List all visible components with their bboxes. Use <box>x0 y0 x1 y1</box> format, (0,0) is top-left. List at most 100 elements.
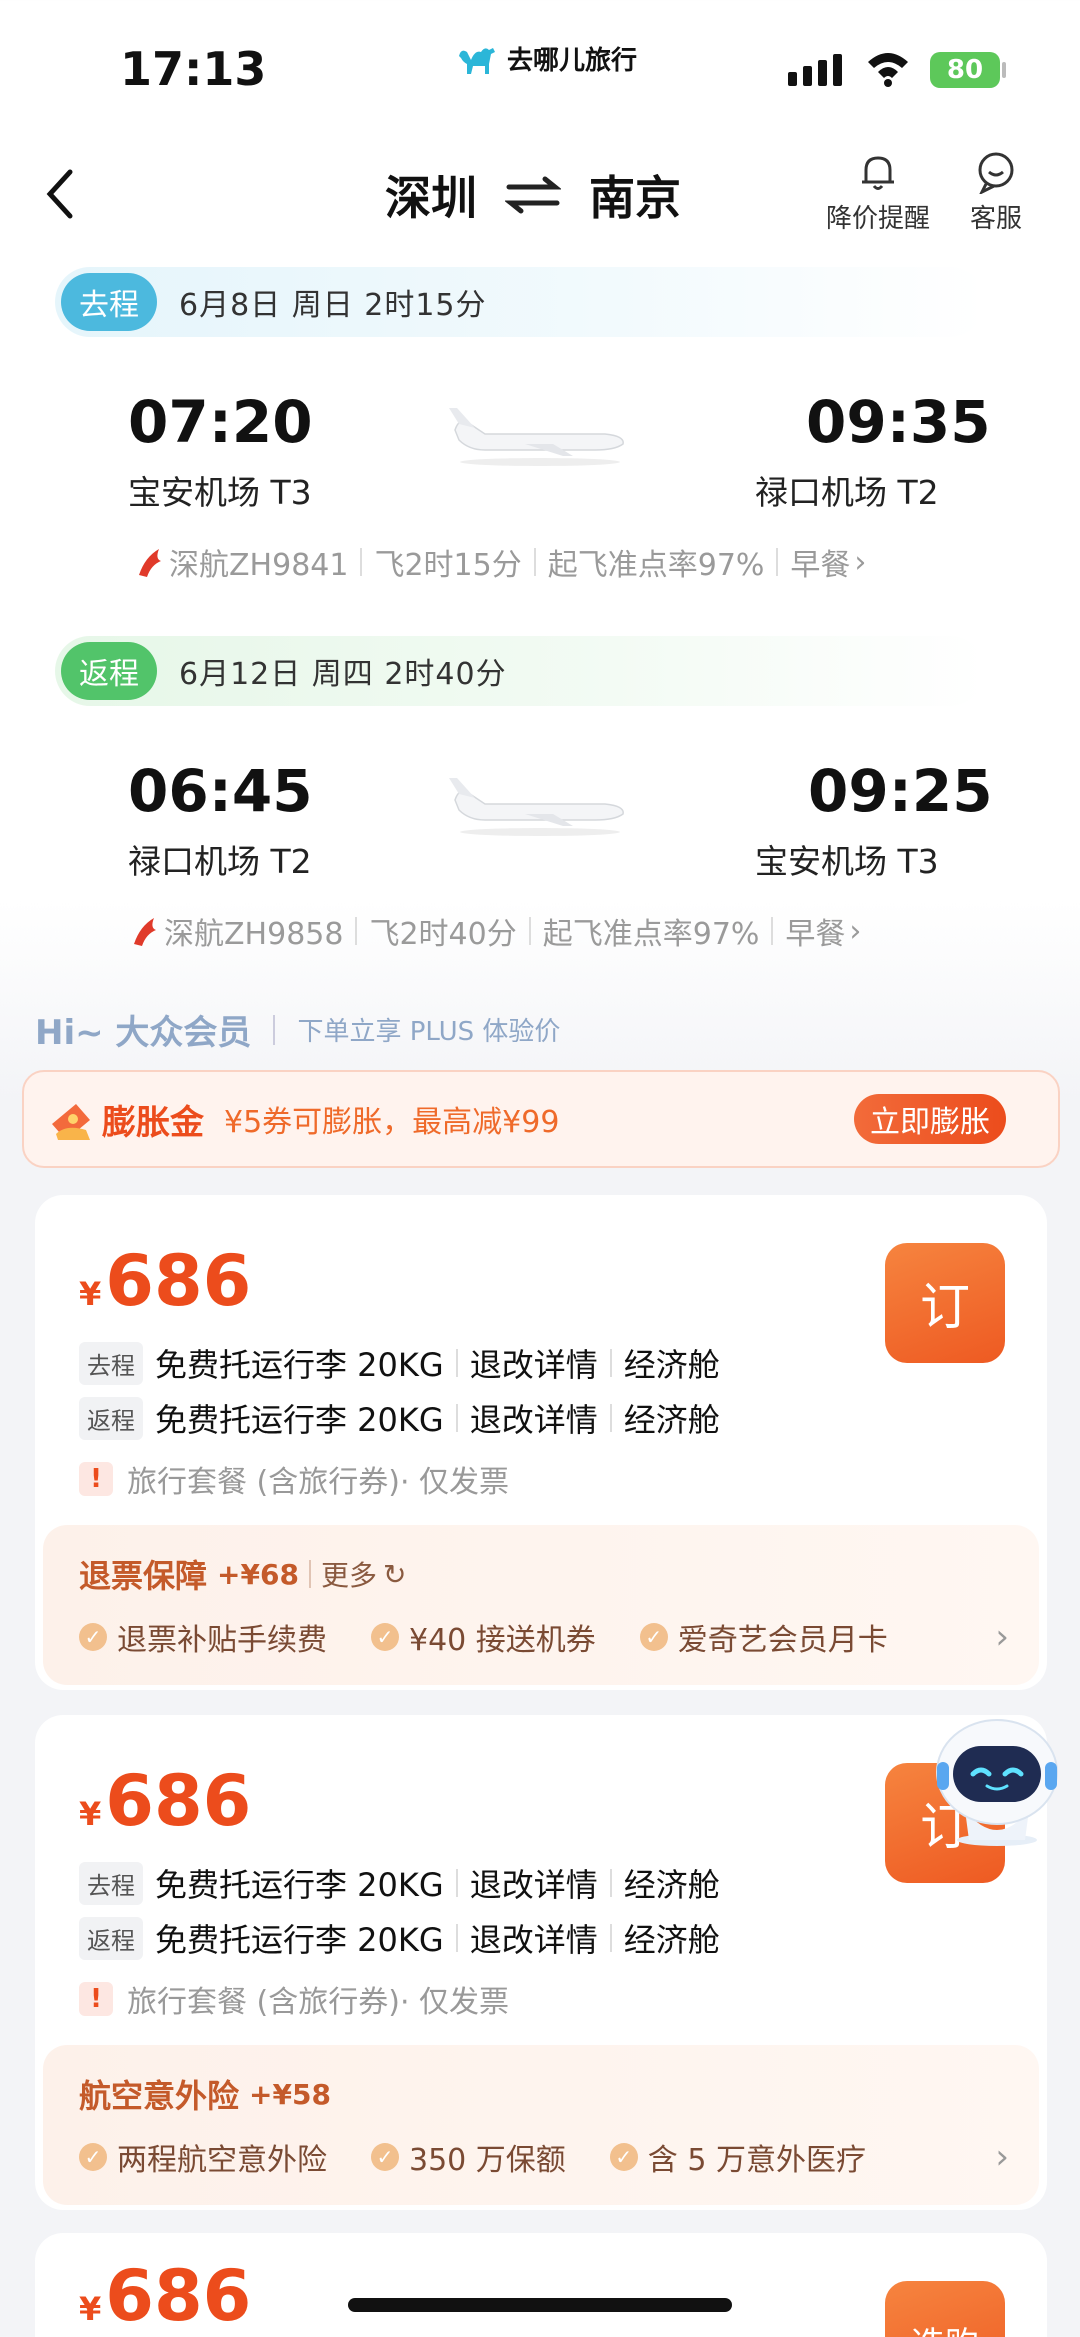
outbound-flight-meta[interactable]: 深航ZH9841 飞2时15分 起飞准点率97% 早餐 › <box>135 540 866 584</box>
price-value: 686 <box>105 2255 252 2337</box>
chevron-right-icon[interactable]: › <box>995 2137 1009 2177</box>
panel-title: 航空意外险 +¥58 <box>79 2071 331 2117</box>
return-dep-time: 06:45 <box>128 757 313 825</box>
brand-name: 去哪儿旅行 <box>507 46 638 76</box>
feature-text: 退票补贴手续费 <box>117 1623 327 1658</box>
outbound-fare-row[interactable]: 去程 免费托运行李 20KG 退改详情 经济舱 <box>79 1340 720 1386</box>
battery-icon: 80 <box>930 52 1000 88</box>
refresh-icon: ↻ <box>382 1557 407 1591</box>
member-bar: Hi~ 大众会员 下单立享 PLUS 体验价 <box>35 1005 560 1054</box>
red-envelope-icon <box>52 1104 90 1140</box>
chevron-right-icon: › <box>849 913 862 949</box>
wifi-icon <box>868 53 908 87</box>
swap-icon[interactable] <box>505 175 561 215</box>
expand-banner[interactable]: 膨胀金 ¥5券可膨胀，最高减¥99 立即膨胀 <box>22 1070 1060 1168</box>
select-button[interactable]: 选购 <box>885 2281 1005 2337</box>
return-flight-no: 深航ZH9858 <box>164 917 344 952</box>
divider <box>355 917 358 945</box>
member-sub: 下单立享 PLUS 体验价 <box>297 1017 561 1047</box>
price: ¥ 686 <box>79 1240 251 1322</box>
feature-text: 350 万保额 <box>409 2143 566 2178</box>
panel-more[interactable]: 更多 <box>321 1554 377 1594</box>
divider <box>609 1869 612 1897</box>
divider <box>776 548 779 576</box>
check-icon: ✓ <box>371 2143 399 2171</box>
currency: ¥ <box>79 2290 102 2328</box>
return-flight-meta[interactable]: 深航ZH9858 飞2时40分 起飞准点率97% 早餐 › <box>130 909 861 953</box>
outbound-flight-no: 深航ZH9841 <box>169 548 349 583</box>
status-time: 17:13 <box>120 42 267 96</box>
price-value: 686 <box>105 1760 252 1842</box>
outbound-duration: 飞2时15分 <box>374 548 522 583</box>
cabin-class: 经济舱 <box>623 1401 720 1439</box>
panel-title-text: 退票保障 <box>79 1557 208 1595</box>
refund-details: 退改详情 <box>469 1346 598 1384</box>
price-alert-button[interactable]: 降价提醒 <box>826 150 930 235</box>
book-button[interactable]: 订 <box>885 1243 1005 1363</box>
feature-item: ✓ 退票补贴手续费 <box>79 1615 327 1659</box>
home-indicator[interactable] <box>348 2298 732 2312</box>
outbound-tag: 去程 <box>61 273 157 331</box>
baggage: 免费托运行李 20KG <box>155 1921 444 1959</box>
return-tag: 返程 <box>79 1396 143 1440</box>
price-alert-label: 降价提醒 <box>826 204 931 234</box>
baggage: 免费托运行李 20KG <box>155 1866 444 1904</box>
return-dep-airport: 禄口机场 T2 <box>128 842 312 881</box>
cabin-class: 经济舱 <box>623 1866 720 1904</box>
notice-text: 旅行套餐 (含旅行券)· 仅发票 <box>127 1985 510 2020</box>
airline-logo-icon <box>134 918 156 946</box>
panel-price: +¥58 <box>249 2077 331 2111</box>
return-arr-airport: 宝安机场 T3 <box>755 842 939 881</box>
baggage: 免费托运行李 20KG <box>155 1346 444 1384</box>
outbound-dep-time: 07:20 <box>128 388 313 456</box>
battery-tip <box>1002 62 1006 78</box>
return-info: 6月12日 周四 2时40分 <box>179 657 507 692</box>
feature-text: 两程航空意外险 <box>117 2143 327 2178</box>
chat-icon <box>978 152 1014 194</box>
check-icon: ✓ <box>79 1623 107 1651</box>
return-duration: 飞2时40分 <box>369 917 517 952</box>
feature-item: ✓ 爱奇艺会员月卡 <box>639 1615 888 1659</box>
price: ¥ 686 <box>79 2255 251 2337</box>
refund-protection-panel[interactable]: 退票保障 +¥68 更多 ↻ ✓ 退票补贴手续费 ✓ ¥40 接送机券 ✓ 爱奇艺会员… <box>43 1525 1039 1685</box>
panel-title: 退票保障 +¥68 更多 ↻ <box>79 1551 406 1597</box>
feature-text: 爱奇艺会员月卡 <box>677 1623 888 1658</box>
customer-service-button[interactable]: 客服 <box>970 150 1022 235</box>
return-ontime: 起飞准点率97% <box>542 917 760 952</box>
package-notice: ! 旅行套餐 (含旅行券)· 仅发票 <box>79 1977 509 2021</box>
divider <box>273 1014 276 1045</box>
feature-text: 含 5 万意外医疗 <box>647 2143 866 2178</box>
route-title[interactable]: 深圳 南京 <box>385 162 681 228</box>
feature-text: ¥40 接送机券 <box>409 1623 596 1658</box>
airplane-icon <box>449 778 624 836</box>
cell-signal-icon <box>788 54 842 86</box>
return-arr-time: 09:25 <box>808 757 993 825</box>
return-tag: 返程 <box>79 1916 143 1960</box>
divider <box>455 1404 458 1432</box>
return-fare-row[interactable]: 返程 免费托运行李 20KG 退改详情 经济舱 <box>79 1915 720 1961</box>
currency: ¥ <box>79 1795 102 1833</box>
outbound-dep-airport: 宝安机场 T3 <box>128 473 312 512</box>
feature-item: ✓ 两程航空意外险 <box>79 2135 327 2179</box>
refund-details: 退改详情 <box>469 1866 598 1904</box>
price-value: 686 <box>105 1240 252 1322</box>
camel-logo-icon <box>459 47 495 74</box>
check-icon: ✓ <box>79 2143 107 2171</box>
airplane-icon <box>449 408 624 466</box>
back-arrow-icon[interactable] <box>40 166 80 222</box>
warning-icon: ! <box>79 1982 113 2016</box>
check-icon: ✓ <box>609 2143 638 2171</box>
assistant-robot-icon[interactable] <box>925 1710 1070 1850</box>
accident-insurance-panel[interactable]: 航空意外险 +¥58 ✓ 两程航空意外险 ✓ 350 万保额 ✓ 含 5 万意外医疗 … <box>43 2045 1039 2205</box>
divider <box>533 548 536 576</box>
bell-icon <box>862 156 894 190</box>
expand-button[interactable]: 立即膨胀 <box>854 1094 1006 1144</box>
outbound-fare-row[interactable]: 去程 免费托运行李 20KG 退改详情 经济舱 <box>79 1860 720 1906</box>
return-fare-row[interactable]: 返程 免费托运行李 20KG 退改详情 经济舱 <box>79 1395 720 1441</box>
airline-logo-icon <box>139 549 161 577</box>
outbound-meal: 早餐 <box>790 548 851 583</box>
destination-city: 南京 <box>589 171 681 225</box>
chevron-right-icon[interactable]: › <box>995 1617 1009 1657</box>
outbound-info: 6月8日 周日 2时15分 <box>179 288 487 323</box>
panel-features: ✓ 两程航空意外险 ✓ 350 万保额 ✓ 含 5 万意外医疗 › <box>79 2135 1009 2179</box>
